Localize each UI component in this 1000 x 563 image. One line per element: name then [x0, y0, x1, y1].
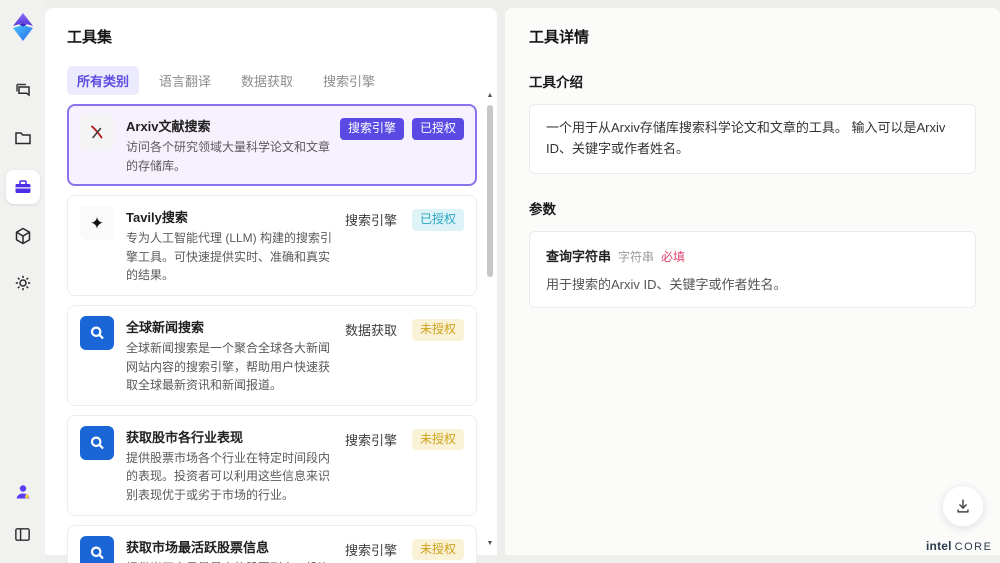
- download-icon: [957, 499, 969, 513]
- scrollbar-thumb[interactable]: [487, 105, 493, 277]
- tool-name: Arxiv文献搜索: [126, 119, 211, 134]
- tool-desc: 全球新闻搜索是一个聚合全球各大新闻网站内容的搜索引擎，帮助用户快速获取全球最新资…: [126, 340, 331, 393]
- intel-core-logo: intel core: [926, 539, 991, 553]
- category-label: 搜索引擎: [344, 433, 397, 449]
- user-avatar-icon[interactable]: [8, 477, 38, 507]
- tool-detail-panel: 工具详情 工具介绍 一个用于从Arxiv存储库搜索科学论文和文章的工具。 输入可…: [505, 8, 1000, 555]
- status-badge: 未授权: [411, 318, 464, 341]
- toolbox-icon-active[interactable]: [5, 170, 40, 204]
- app-logo-icon: [8, 12, 38, 42]
- category-tabs: 所有类别 语言翻译 数据获取 搜索引擎: [67, 66, 475, 95]
- tool-card-tavily[interactable]: ✦ Tavily搜索 专为人工智能代理 (LLM) 构建的搜索引擎工具。可快速提…: [67, 195, 477, 296]
- tool-name: 获取市场最活跃股票信息: [126, 539, 270, 555]
- tool-name: 获取股市各行业表现: [126, 429, 244, 445]
- tab-language-translation[interactable]: 语言翻译: [149, 66, 221, 95]
- panel-toggle-icon[interactable]: [8, 519, 38, 549]
- cube-icon[interactable]: [8, 221, 38, 251]
- arxiv-logo-icon: [80, 115, 114, 149]
- icon-rail: [0, 0, 45, 563]
- rail-bottom: [8, 477, 38, 549]
- tool-card-stock-sectors[interactable]: 获取股市各行业表现 提供股票市场各个行业在特定时间段内的表现。投资者可以利用这些…: [67, 414, 477, 516]
- tool-desc: 访问各个研究领域大量科学论文和文章的存储库。: [126, 140, 331, 173]
- intro-heading: 工具介绍: [529, 75, 583, 90]
- core-wordmark: core: [954, 541, 993, 553]
- search-app-icon: [80, 535, 114, 563]
- category-label: 数据获取: [344, 323, 397, 339]
- rail-nav: [5, 76, 40, 298]
- status-badge: 未授权: [411, 538, 464, 561]
- detail-title: 工具详情: [529, 29, 590, 46]
- tab-search-engine[interactable]: 搜索引擎: [313, 66, 385, 95]
- tool-card-global-news[interactable]: 全球新闻搜索 全球新闻搜索是一个聚合全球各大新闻网站内容的搜索引擎，帮助用户快速…: [67, 304, 477, 406]
- tool-list: Arxiv文献搜索 访问各个研究领域大量科学论文和文章的存储库。 搜索引擎 已授…: [67, 104, 477, 563]
- category-label: 搜索引擎: [344, 542, 397, 558]
- tab-all-categories[interactable]: 所有类别: [67, 66, 140, 95]
- chat-icon[interactable]: [8, 76, 38, 106]
- list-scrollbar: ▲ ▼: [485, 91, 495, 557]
- tool-card-active-stocks[interactable]: 获取市场最活跃股票信息 提供当天交易量最高的股票列表，投资者可以利用这些信息来识…: [67, 524, 477, 563]
- tool-card-arxiv[interactable]: Arxiv文献搜索 访问各个研究领域大量科学论文和文章的存储库。 搜索引擎 已授…: [67, 104, 477, 187]
- param-desc: 用于搜索的Arxiv ID、关键字或作者姓名。: [546, 276, 787, 292]
- tool-desc: 专为人工智能代理 (LLM) 构建的搜索引擎工具。可快速提供实时、准确和真实的结…: [126, 231, 333, 283]
- intel-wordmark: intel: [926, 539, 952, 553]
- category-badge: 搜索引擎: [339, 118, 404, 140]
- tool-name: Tavily搜索: [126, 210, 188, 226]
- param-name: 查询字符串: [546, 248, 612, 264]
- download-button[interactable]: [942, 485, 984, 527]
- search-app-icon: [80, 315, 114, 350]
- scroll-down-arrow[interactable]: ▼: [485, 539, 495, 549]
- settings-gear-icon[interactable]: [8, 268, 38, 298]
- tool-desc: 提供股票市场各个行业在特定时间段内的表现。投资者可以利用这些信息来识别表现优于或…: [126, 450, 331, 502]
- folder-icon[interactable]: [8, 123, 38, 153]
- param-card: 查询字符串 字符串 必填 用于搜索的Arxiv ID、关键字或作者姓名。: [529, 230, 976, 308]
- app-window: 工具集 所有类别 语言翻译 数据获取 搜索引擎 Arxiv文献搜索 访问各个研究…: [0, 0, 1000, 563]
- page-title: 工具集: [67, 29, 113, 46]
- tool-name: 全球新闻搜索: [126, 319, 205, 335]
- status-badge: 已授权: [411, 118, 464, 140]
- intro-text-box: 一个用于从Arxiv存储库搜索科学论文和文章的工具。 输入可以是Arxiv ID…: [529, 104, 976, 174]
- search-app-icon: [80, 425, 114, 460]
- status-badge: 已授权: [411, 209, 464, 231]
- tool-desc: 提供当天交易量最高的股票列表，投资者可以利用这些信息来识别流动性强的股票和潜在的…: [126, 559, 339, 563]
- sparkle-icon: ✦: [80, 206, 114, 241]
- param-type: 字符串: [618, 249, 655, 264]
- params-heading: 参数: [529, 201, 556, 217]
- tab-data-fetch[interactable]: 数据获取: [231, 66, 303, 95]
- status-badge: 未授权: [411, 428, 464, 451]
- scroll-up-arrow[interactable]: ▲: [485, 91, 495, 101]
- category-label: 搜索引擎: [344, 213, 397, 229]
- tools-panel: 工具集 所有类别 语言翻译 数据获取 搜索引擎 Arxiv文献搜索 访问各个研究…: [45, 8, 497, 563]
- param-required-badge: 必填: [661, 249, 686, 264]
